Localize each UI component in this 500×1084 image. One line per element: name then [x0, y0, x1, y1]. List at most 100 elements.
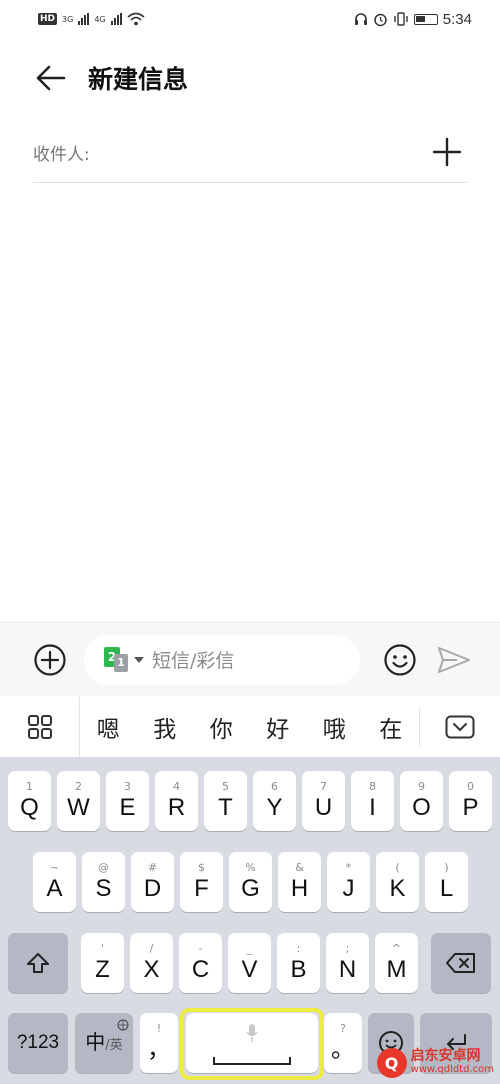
candidate-word[interactable]: 我 [147, 710, 182, 744]
backspace-key[interactable] [431, 933, 491, 993]
key-secondary-label: 8 [369, 779, 376, 793]
key-k[interactable]: (K [376, 852, 419, 912]
key-j[interactable]: * J [327, 852, 370, 912]
compose-bar: 2 1 短信/彩信 [0, 622, 500, 696]
key-y[interactable]: 6Y [253, 771, 296, 831]
keyboard: 1Q2W3E4R5T6Y7U8I9O0P ~ A @ S # D $ F% G & H * J(K) L … [0, 757, 500, 1084]
key-w[interactable]: 2W [57, 771, 100, 831]
vibrate-icon [394, 12, 408, 26]
message-input[interactable]: 2 1 短信/彩信 [84, 634, 360, 685]
send-button[interactable] [436, 642, 472, 678]
key-label: J [342, 874, 355, 902]
recipient-field[interactable]: 收件人: [33, 122, 467, 183]
key-secondary-label: ; [345, 941, 350, 955]
key-secondary-label: 3 [124, 779, 131, 793]
key-t[interactable]: 5T [204, 771, 247, 831]
key-d[interactable]: # D [131, 852, 174, 912]
key-n[interactable]: ; N [326, 933, 369, 993]
comma-key[interactable]: ! ， [140, 1013, 178, 1073]
key-label: H [290, 874, 309, 902]
key-secondary-label: ( [395, 860, 400, 874]
key-u[interactable]: 7U [302, 771, 345, 831]
sim1-network-label: 3G [62, 14, 74, 24]
numbers-key-label: ?123 [16, 1032, 60, 1053]
period-key-sub: ? [340, 1021, 346, 1035]
key-c[interactable]: -C [179, 933, 222, 993]
numbers-key[interactable]: ?123 [8, 1013, 68, 1073]
key-label: A [46, 874, 63, 902]
keyboard-row-3-letters: ' Z / X - C _ V: B; N ^ M [0, 927, 500, 993]
key-secondary-label: * [345, 860, 352, 874]
key-b[interactable]: :B [277, 933, 320, 993]
key-o[interactable]: 9O [400, 771, 443, 831]
ime-menu-button[interactable] [0, 697, 80, 757]
lang-key-main: 中 [85, 1032, 106, 1054]
key-label: L [439, 874, 454, 902]
key-a[interactable]: ~ A [33, 852, 76, 912]
key-m[interactable]: ^ M [375, 933, 418, 993]
key-secondary-label: - [198, 941, 203, 955]
watermark-name: 启东安卓网 [410, 1048, 481, 1064]
key-label: Z [95, 955, 110, 983]
emoji-button[interactable] [382, 642, 418, 678]
key-f[interactable]: $ F [180, 852, 223, 912]
key-label: F [194, 874, 209, 902]
key-secondary-label: 2 [75, 779, 82, 793]
key-secondary-label: ' [100, 941, 105, 955]
sim-selector[interactable]: 2 1 [104, 646, 130, 673]
key-secondary-label: @ [98, 860, 109, 874]
space-key[interactable] [186, 1013, 318, 1073]
key-r[interactable]: 4R [155, 771, 198, 831]
key-i[interactable]: 8I [351, 771, 394, 831]
status-left: HD 3G 4G [38, 12, 145, 26]
key-label: N [338, 955, 357, 983]
chevron-down-icon[interactable] [134, 656, 144, 663]
key-label: U [314, 793, 333, 821]
add-recipient-button[interactable] [427, 132, 467, 172]
status-bar: HD 3G 4G 5:34 [0, 0, 500, 38]
attach-button[interactable] [28, 638, 72, 682]
period-key[interactable]: ? 。 [324, 1013, 362, 1073]
signal-icon [78, 13, 90, 25]
key-secondary-label: 7 [320, 779, 327, 793]
key-v[interactable]: _ V [228, 933, 271, 993]
backspace-icon [446, 953, 475, 973]
candidate-word[interactable]: 嗯 [91, 710, 126, 744]
key-s[interactable]: @ S [82, 852, 125, 912]
key-h[interactable]: & H [278, 852, 321, 912]
ime-candidate-bar: 嗯 我 你 好 哦 在 [0, 697, 500, 757]
headset-icon [354, 13, 367, 25]
key-e[interactable]: 3E [106, 771, 149, 831]
candidate-word[interactable]: 哦 [317, 710, 352, 744]
back-button[interactable] [24, 52, 76, 104]
plus-icon [432, 137, 462, 167]
key-label: S [95, 874, 112, 902]
key-label: Y [266, 793, 283, 821]
key-x[interactable]: / X [130, 933, 173, 993]
app-header: 新建信息 [0, 50, 500, 106]
candidate-word[interactable]: 好 [260, 710, 295, 744]
watermark-logo: Q [376, 1048, 407, 1078]
page-title: 新建信息 [88, 65, 189, 94]
hide-keyboard-button[interactable] [420, 697, 500, 757]
key-q[interactable]: 1Q [8, 771, 51, 831]
key-secondary-label: 1 [26, 779, 33, 793]
comma-key-label: ， [147, 1035, 171, 1063]
key-z[interactable]: ' Z [81, 933, 124, 993]
message-placeholder: 短信/彩信 [152, 650, 235, 672]
alarm-icon [374, 13, 387, 26]
key-p[interactable]: 0P [449, 771, 492, 831]
key-l[interactable]: ) L [425, 852, 468, 912]
key-label: B [290, 955, 307, 983]
candidate-list: 嗯 我 你 好 哦 在 [80, 707, 420, 747]
candidate-word[interactable]: 你 [204, 710, 239, 744]
microphone-icon [246, 1024, 258, 1042]
period-key-label: 。 [331, 1035, 355, 1063]
key-g[interactable]: % G [229, 852, 272, 912]
screen: HD 3G 4G 5:34 新建信息 收件人: 2 1 短信/彩信 嗯 我 你 … [0, 0, 500, 1084]
language-switch-key[interactable]: 中/英 [75, 1013, 133, 1073]
comma-key-sub: ! [156, 1021, 162, 1035]
key-label: I [369, 793, 376, 821]
candidate-word[interactable]: 在 [373, 710, 408, 744]
watermark: Q 启东安卓网 www.qdldtd.com [376, 1048, 494, 1078]
